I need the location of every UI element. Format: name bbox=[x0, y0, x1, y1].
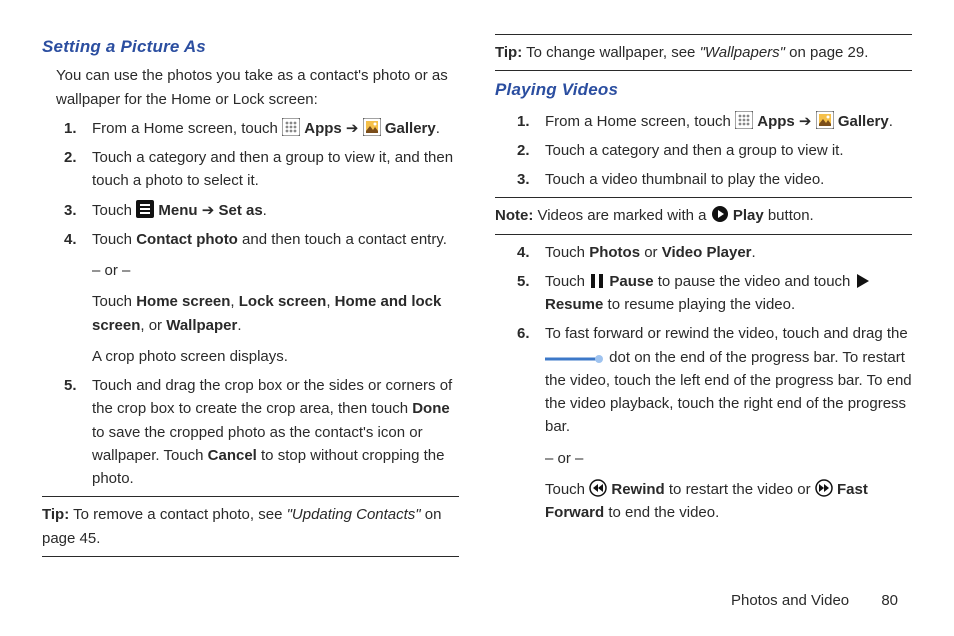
step-3: Touch Menu ➔ Set as. bbox=[92, 199, 459, 222]
progress-bar-icon bbox=[545, 353, 605, 365]
arrow: ➔ bbox=[799, 113, 816, 130]
note-lead: Note: bbox=[495, 207, 533, 224]
step-1: From a Home screen, touch Apps ➔ Gallery… bbox=[92, 117, 459, 140]
play-circle-icon bbox=[711, 205, 729, 223]
step-4: Touch Contact photo and then touch a con… bbox=[92, 228, 459, 368]
text: Touch bbox=[545, 273, 589, 290]
crop-text: A crop photo screen displays. bbox=[92, 345, 459, 368]
divider bbox=[42, 496, 459, 497]
tip-block: Tip: To remove a contact photo, see "Upd… bbox=[42, 503, 459, 550]
cancel-label: Cancel bbox=[208, 447, 257, 464]
tip-lead: Tip: bbox=[495, 44, 522, 61]
home-screen-label: Home screen bbox=[136, 293, 230, 310]
text: and then touch a contact entry. bbox=[238, 231, 447, 248]
text: . bbox=[752, 244, 756, 261]
text: to end the video. bbox=[604, 504, 719, 521]
apps-grid-icon bbox=[735, 111, 753, 129]
text: . bbox=[436, 120, 440, 137]
note-block: Note: Videos are marked with a Play butt… bbox=[495, 204, 912, 227]
rewind-label: Rewind bbox=[611, 481, 664, 498]
text: Videos are marked with a bbox=[533, 207, 710, 224]
divider bbox=[495, 234, 912, 235]
text: From a Home screen, touch bbox=[92, 120, 282, 137]
step-3: Touch a video thumbnail to play the vide… bbox=[545, 168, 912, 191]
text: , bbox=[326, 293, 334, 310]
text: to restart the video or bbox=[665, 481, 815, 498]
page-number: 80 bbox=[881, 592, 898, 609]
text: Touch bbox=[92, 231, 136, 248]
text: To remove a contact photo, see bbox=[69, 506, 286, 523]
text: From a Home screen, touch bbox=[545, 113, 735, 130]
menu-label: Menu bbox=[158, 202, 197, 219]
or-text: – or – bbox=[545, 447, 912, 470]
wallpaper-label: Wallpaper bbox=[166, 317, 237, 334]
chapter-title: Photos and Video bbox=[731, 592, 849, 609]
text: . bbox=[889, 113, 893, 130]
page-footer: Photos and Video 80 bbox=[731, 589, 898, 612]
text: Touch bbox=[92, 202, 136, 219]
gallery-label: Gallery bbox=[385, 120, 436, 137]
gallery-label: Gallery bbox=[838, 113, 889, 130]
or-text: – or – bbox=[92, 259, 459, 282]
text: . bbox=[237, 317, 241, 334]
tip-reference: "Wallpapers" bbox=[700, 44, 785, 61]
text: or bbox=[640, 244, 662, 261]
tip-reference: "Updating Contacts" bbox=[287, 506, 421, 523]
apps-label: Apps bbox=[757, 113, 795, 130]
play-label: Play bbox=[733, 207, 764, 224]
done-label: Done bbox=[412, 400, 450, 417]
section-heading-setting: Setting a Picture As bbox=[42, 34, 459, 60]
intro-text: You can use the photos you take as a con… bbox=[56, 64, 459, 111]
text: , or bbox=[140, 317, 166, 334]
resume-play-icon bbox=[855, 273, 871, 289]
divider bbox=[495, 197, 912, 198]
divider bbox=[42, 556, 459, 557]
photos-label: Photos bbox=[589, 244, 640, 261]
tip-lead: Tip: bbox=[42, 506, 69, 523]
text: Touch and drag the crop box or the sides… bbox=[92, 377, 452, 417]
arrow: ➔ bbox=[346, 120, 363, 137]
divider bbox=[495, 34, 912, 35]
step-1: From a Home screen, touch Apps ➔ Gallery… bbox=[545, 110, 912, 133]
contact-photo-label: Contact photo bbox=[136, 231, 238, 248]
text: on page 29. bbox=[785, 44, 868, 61]
step-5: Touch and drag the crop box or the sides… bbox=[92, 374, 459, 490]
gallery-icon bbox=[363, 118, 381, 136]
rewind-icon bbox=[589, 479, 607, 497]
step-2: Touch a category and then a group to vie… bbox=[92, 146, 459, 193]
divider bbox=[495, 70, 912, 71]
gallery-icon bbox=[816, 111, 834, 129]
step-2: Touch a category and then a group to vie… bbox=[545, 139, 912, 162]
text: , bbox=[230, 293, 238, 310]
apps-label: Apps bbox=[304, 120, 342, 137]
section-heading-playing: Playing Videos bbox=[495, 77, 912, 103]
text: Touch bbox=[545, 481, 589, 498]
step-5: Touch Pause to pause the video and touch… bbox=[545, 270, 912, 317]
text: to resume playing the video. bbox=[603, 296, 795, 313]
sub-text: Touch Home screen, Lock screen, Home and… bbox=[92, 290, 459, 337]
text: To fast forward or rewind the video, tou… bbox=[545, 325, 908, 342]
video-player-label: Video Player bbox=[662, 244, 752, 261]
step-4: Touch Photos or Video Player. bbox=[545, 241, 912, 264]
text: Touch bbox=[545, 244, 589, 261]
resume-label: Resume bbox=[545, 296, 603, 313]
lock-screen-label: Lock screen bbox=[239, 293, 327, 310]
menu-icon bbox=[136, 200, 154, 218]
text: to pause the video and touch bbox=[654, 273, 855, 290]
step-6: To fast forward or rewind the video, tou… bbox=[545, 322, 912, 524]
sub-text: Touch Rewind to restart the video or Fas… bbox=[545, 478, 912, 525]
text: button. bbox=[764, 207, 814, 224]
tip-block: Tip: To change wallpaper, see "Wallpaper… bbox=[495, 41, 912, 64]
text: . bbox=[263, 202, 267, 219]
pause-label: Pause bbox=[609, 273, 653, 290]
arrow: ➔ bbox=[202, 202, 219, 219]
fast-forward-icon bbox=[815, 479, 833, 497]
text: To change wallpaper, see bbox=[522, 44, 699, 61]
pause-icon bbox=[589, 273, 605, 289]
setas-label: Set as bbox=[218, 202, 262, 219]
text: Touch bbox=[92, 293, 136, 310]
apps-grid-icon bbox=[282, 118, 300, 136]
